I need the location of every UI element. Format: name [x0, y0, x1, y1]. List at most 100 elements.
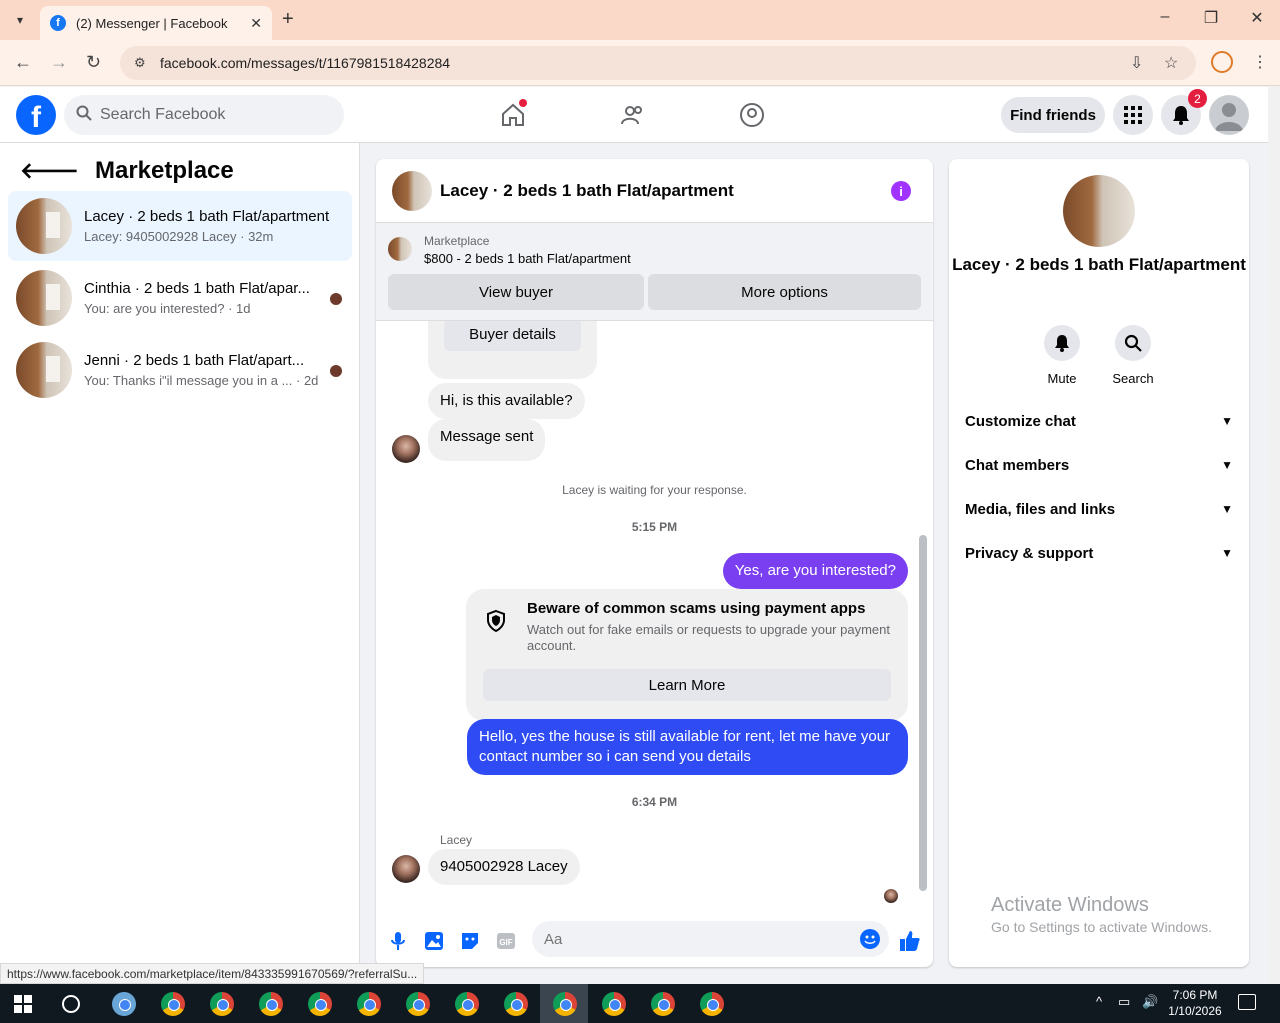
marketplace-title: Marketplace — [95, 157, 234, 184]
chat-members-section[interactable]: Chat members ▼ — [965, 443, 1233, 487]
conversation-title: Jenni · 2 beds 1 bath Flat/apart... — [84, 352, 305, 369]
listing-avatar[interactable] — [1063, 175, 1135, 247]
facebook-header: f Search Facebook Find friends 2 — [0, 87, 1268, 143]
cortana-search-icon[interactable] — [62, 995, 80, 1013]
install-app-icon[interactable]: ⇩ — [1130, 53, 1143, 73]
chrome-icon[interactable] — [406, 992, 430, 1016]
home-nav-icon[interactable] — [499, 99, 527, 129]
taskbar-clock[interactable]: 7:06 PM 1/10/2026 — [1166, 987, 1224, 1019]
restore-icon[interactable]: ❐ — [1188, 8, 1234, 28]
conversation-item[interactable]: Cinthia · 2 beds 1 bath Flat/apar... You… — [8, 263, 352, 333]
conversation-item[interactable]: Jenni · 2 beds 1 bath Flat/apart... You:… — [8, 335, 352, 405]
view-buyer-button[interactable]: View buyer — [388, 274, 644, 310]
network-icon[interactable]: ▭ — [1118, 994, 1130, 1010]
paint-app-icon[interactable] — [112, 992, 136, 1016]
chat-scroll-thumb[interactable] — [919, 535, 927, 891]
more-options-button[interactable]: More options — [648, 274, 921, 310]
find-friends-button[interactable]: Find friends — [1001, 97, 1105, 133]
sticker-icon[interactable] — [458, 929, 482, 953]
menu-grid-icon[interactable] — [1113, 95, 1153, 135]
chat-details-panel: Lacey · 2 beds 1 bath Flat/apartment Mut… — [949, 159, 1249, 967]
learn-more-button[interactable]: Learn More — [483, 669, 891, 701]
page-scrollbar[interactable] — [1268, 87, 1280, 983]
minimize-icon[interactable]: – — [1142, 8, 1188, 26]
conversation-preview: You: are you interested? · 1d — [84, 301, 251, 316]
tray-chevron-up-icon[interactable]: ^ — [1096, 994, 1102, 1009]
section-label: Privacy & support — [965, 544, 1094, 562]
browser-tab-messenger[interactable]: f (2) Messenger | Facebook ✕ — [40, 6, 272, 40]
reload-icon[interactable]: ↻ — [86, 52, 101, 73]
windows-taskbar: ^ ▭ 🔊 7:06 PM 1/10/2026 — [0, 984, 1280, 1023]
scam-warning-card: Beware of common scams using payment app… — [466, 589, 908, 721]
forward-icon[interactable]: → — [50, 52, 68, 73]
watermark-title: Activate Windows — [991, 894, 1149, 916]
chat-header: Lacey · 2 beds 1 bath Flat/apartment i — [376, 159, 933, 223]
browser-menu-icon[interactable]: ⋮ — [1252, 52, 1268, 72]
facebook-logo-icon[interactable]: f — [16, 95, 56, 135]
buyer-details-button[interactable]: Buyer details — [444, 321, 581, 351]
chrome-icon[interactable] — [504, 992, 528, 1016]
chrome-icon[interactable] — [308, 992, 332, 1016]
account-avatar[interactable] — [1209, 95, 1249, 135]
chrome-icon[interactable] — [210, 992, 234, 1016]
thumbs-up-icon[interactable] — [898, 929, 922, 953]
chrome-icon[interactable] — [455, 992, 479, 1016]
site-settings-icon[interactable]: ⚙ — [134, 55, 150, 71]
chrome-icon[interactable] — [553, 992, 577, 1016]
tab-search-icon[interactable]: ▾ — [8, 8, 32, 32]
conversation-preview: You: Thanks i"il message you in a ... · … — [84, 373, 319, 388]
sender-name: Lacey — [440, 833, 473, 847]
facebook-search-input[interactable]: Search Facebook — [64, 95, 344, 135]
chat-title[interactable]: Lacey · 2 beds 1 bath Flat/apartment — [440, 181, 734, 201]
message-input[interactable] — [532, 921, 889, 957]
chrome-icon[interactable] — [700, 992, 724, 1016]
chrome-icon[interactable] — [161, 992, 185, 1016]
chat-avatar[interactable] — [392, 170, 432, 211]
window-close-icon[interactable]: ✕ — [1234, 8, 1280, 28]
marketplace-header: 🡐 Marketplace — [20, 157, 234, 185]
customize-chat-section[interactable]: Customize chat ▼ — [965, 399, 1233, 443]
browser-toolbar: ← → ↻ ⚙ facebook.com/messages/t/11679815… — [0, 40, 1280, 86]
mute-button[interactable]: Mute — [1032, 325, 1092, 386]
gif-icon[interactable]: GIF — [494, 929, 518, 953]
friends-nav-icon[interactable] — [619, 101, 647, 129]
message-bubble: Hi, is this available? — [428, 383, 585, 419]
chat-scrollbar[interactable] — [919, 325, 927, 897]
groups-nav-icon[interactable] — [738, 101, 766, 129]
back-arrow-icon[interactable]: 🡐 — [20, 158, 79, 184]
chrome-icon[interactable] — [602, 992, 626, 1016]
mute-bell-icon — [1044, 325, 1080, 361]
photo-icon[interactable] — [422, 929, 446, 953]
back-icon[interactable]: ← — [14, 52, 32, 73]
emoji-icon[interactable] — [860, 929, 880, 949]
sender-avatar — [392, 435, 420, 463]
search-in-chat-button[interactable]: Search — [1103, 325, 1163, 386]
chrome-icon[interactable] — [259, 992, 283, 1016]
browser-profile-icon[interactable] — [1211, 51, 1233, 73]
notification-count-badge: 2 — [1188, 89, 1207, 108]
volume-icon[interactable]: 🔊 — [1142, 994, 1158, 1010]
listing-thumbnail — [16, 198, 72, 254]
new-tab-icon[interactable]: + — [282, 8, 294, 31]
sender-avatar — [392, 855, 420, 883]
notifications-bell-icon[interactable]: 2 — [1161, 89, 1207, 135]
bookmark-star-icon[interactable]: ☆ — [1164, 53, 1178, 73]
action-center-icon[interactable] — [1238, 994, 1256, 1010]
chrome-icon[interactable] — [357, 992, 381, 1016]
chrome-icon[interactable] — [651, 992, 675, 1016]
status-bar-url: https://www.facebook.com/marketplace/ite… — [0, 963, 425, 984]
info-icon[interactable]: i — [891, 181, 911, 201]
mute-label: Mute — [1047, 371, 1077, 386]
address-url: facebook.com/messages/t/1167981518428284 — [160, 55, 451, 71]
facebook-favicon-icon: f — [50, 15, 66, 31]
address-bar[interactable]: ⚙ facebook.com/messages/t/11679815184282… — [120, 46, 1196, 80]
windows-start-icon[interactable] — [14, 995, 32, 1013]
conversation-item[interactable]: Lacey · 2 beds 1 bath Flat/apartment Lac… — [8, 191, 352, 261]
chevron-down-icon: ▼ — [1221, 414, 1233, 428]
banner-listing[interactable]: $800 - 2 beds 1 bath Flat/apartment — [424, 251, 631, 266]
media-files-links-section[interactable]: Media, files and links ▼ — [965, 487, 1233, 531]
section-label: Media, files and links — [965, 500, 1116, 518]
microphone-icon[interactable] — [386, 929, 410, 953]
privacy-support-section[interactable]: Privacy & support ▼ — [965, 531, 1233, 575]
tab-close-icon[interactable]: ✕ — [250, 15, 262, 32]
